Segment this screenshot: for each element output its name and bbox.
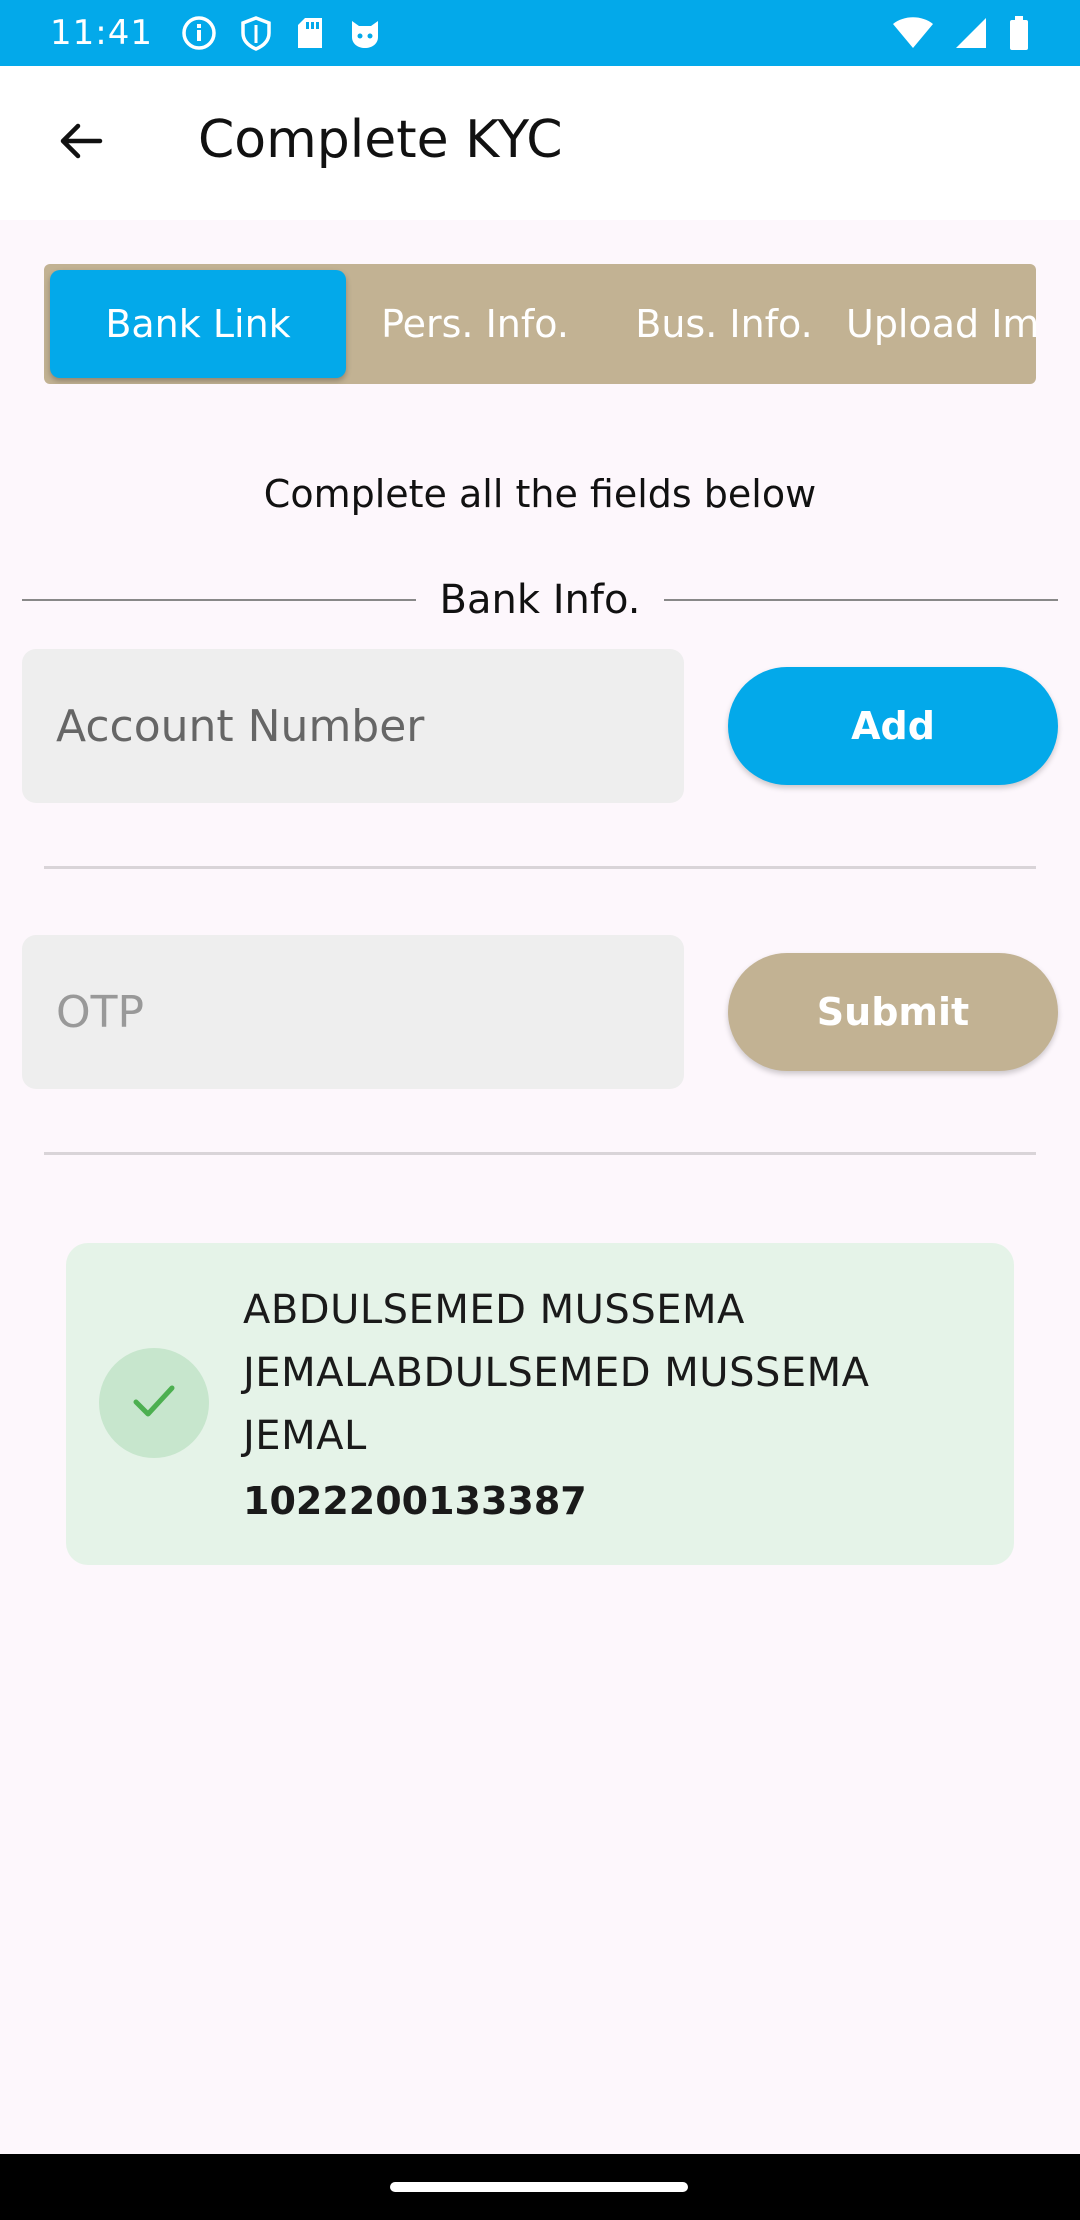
form-instruction: Complete all the fields below	[263, 472, 817, 516]
home-indicator[interactable]	[390, 2182, 688, 2192]
signal-icon	[954, 16, 988, 50]
page-title: Complete KYC	[198, 110, 563, 170]
app-bar: Complete KYC	[0, 66, 1080, 220]
arrow-back-icon	[56, 117, 104, 169]
kyc-step-tabs: Bank Link Pers. Info. Bus. Info. Upload …	[44, 264, 1036, 384]
status-bar: 11:41	[0, 0, 1080, 66]
section-label: Bank Info.	[439, 577, 641, 623]
divider-line-right	[664, 599, 1058, 601]
battery-icon	[1008, 15, 1030, 51]
sd-card-icon	[295, 15, 325, 51]
status-time: 11:41	[50, 13, 153, 53]
account-number: 1022200133387	[243, 1479, 587, 1523]
account-number-input[interactable]: Account Number	[22, 649, 684, 803]
linked-account-card: ABDULSEMED MUSSEMA JEMALABDULSEMED MUSSE…	[66, 1243, 1014, 1565]
wifi-icon	[892, 16, 934, 50]
divider-line-left	[22, 599, 416, 601]
submit-button[interactable]: Submit	[728, 953, 1058, 1071]
tab-bank-link[interactable]: Bank Link	[50, 270, 346, 378]
check-icon	[128, 1375, 180, 1431]
status-right-icons	[892, 15, 1030, 51]
tab-business-info[interactable]: Bus. Info.	[604, 270, 844, 378]
system-nav-bar	[0, 2154, 1080, 2220]
otp-input[interactable]: OTP	[22, 935, 684, 1089]
shield-icon	[239, 15, 273, 51]
tab-upload-images[interactable]: Upload Im	[834, 270, 1036, 378]
divider	[44, 866, 1036, 869]
account-holder-name: ABDULSEMED MUSSEMA JEMALABDULSEMED MUSSE…	[243, 1287, 870, 1459]
add-button[interactable]: Add	[728, 667, 1058, 785]
divider	[44, 1152, 1036, 1155]
section-divider: Bank Info.	[22, 570, 1058, 630]
info-icon	[181, 15, 217, 51]
verified-badge	[99, 1348, 209, 1458]
tab-personal-info[interactable]: Pers. Info.	[360, 270, 590, 378]
back-button[interactable]	[40, 103, 120, 183]
cat-face-icon	[347, 15, 383, 51]
status-left-icons	[181, 15, 383, 51]
